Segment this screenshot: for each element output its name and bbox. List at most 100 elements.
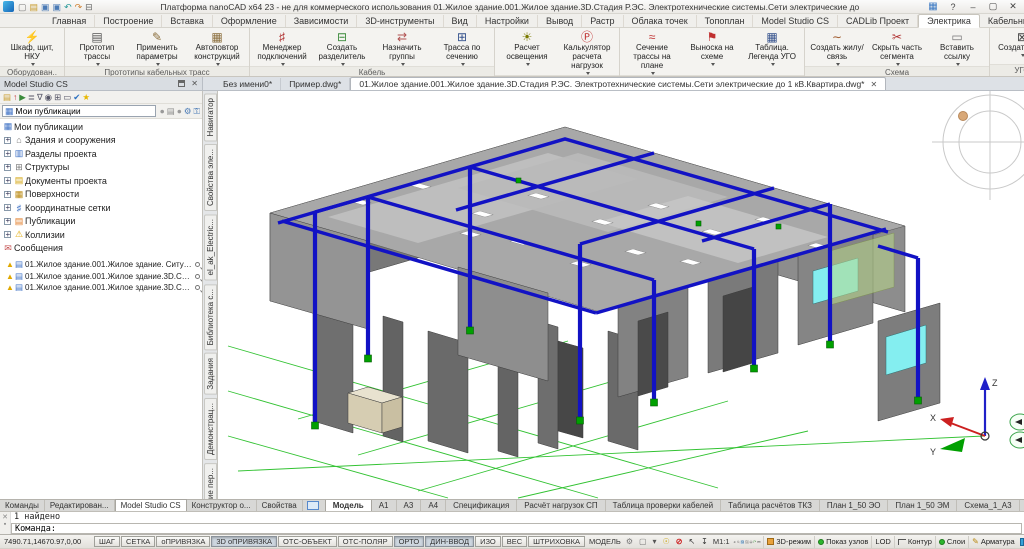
panel-close-icon[interactable]: ✕ — [191, 79, 198, 88]
panel-combo-button[interactable]: ⚙ — [184, 106, 192, 117]
panel-toolbar-icon[interactable]: ▤ — [3, 92, 11, 103]
expand-icon[interactable] — [4, 218, 11, 225]
expand-icon[interactable] — [4, 164, 11, 171]
status-toggle-button[interactable]: ОТС-ПОЛЯР — [338, 536, 393, 547]
panel-toolbar-icon[interactable]: ≣ — [28, 92, 35, 103]
ribbon-tab[interactable]: CADLib Проект — [838, 15, 918, 27]
tree-item[interactable]: ▦ Мои публикации — [2, 120, 202, 134]
tree-item[interactable]: ⌂ Здания и сооружения — [2, 134, 202, 148]
ribbon-button[interactable]: ⚑ Выноска на схеме — [682, 29, 742, 75]
tree-item[interactable]: ✉ Сообщения — [2, 242, 202, 256]
ribbon-tab[interactable]: Model Studio CS — [753, 15, 838, 27]
panel-toolbar-icon[interactable]: ✔ — [73, 92, 80, 103]
status-mode-button[interactable]: Слои — [935, 536, 968, 548]
panel-tab[interactable]: Свойства — [257, 500, 303, 511]
layout-tab[interactable]: А1 — [372, 500, 397, 511]
layout-tab[interactable]: Спецификация — [446, 500, 517, 511]
document-list-item[interactable]: ▲ ▤ 01.Жилое здание.001.Жилое здание.3D.… — [6, 282, 202, 294]
status-icon[interactable]: ▾ — [651, 537, 659, 546]
layout-tab[interactable]: Схема_2_А3 — [1020, 500, 1024, 511]
document-list-item[interactable]: ▲ ▤ 01.Жилое здание.001.Жилое здание. Си… — [6, 259, 202, 271]
side-tab[interactable]: Текущие пер... — [204, 463, 217, 499]
layout-tab[interactable]: План 1_50 ЭМ — [888, 500, 957, 511]
tree-item[interactable]: ▤ Документы проекта — [2, 174, 202, 188]
navigation-wheel[interactable] — [932, 91, 1024, 200]
status-icon[interactable]: ⚙ — [624, 537, 635, 546]
layout-tab[interactable]: Таблица проверки кабелей — [606, 500, 721, 511]
expand-icon[interactable] — [4, 177, 11, 184]
status-toggle-button[interactable]: ОТС-ОБЪЕКТ — [278, 536, 337, 547]
layout-tab[interactable]: А4 — [421, 500, 446, 511]
expand-icon[interactable] — [4, 191, 11, 198]
panel-toolbar-icon[interactable]: ▶ — [19, 92, 26, 103]
expand-icon[interactable] — [4, 204, 11, 211]
ribbon-tab[interactable]: Кабельные трассы — [980, 15, 1024, 27]
ribbon-tab[interactable]: Вид — [444, 15, 477, 27]
panel-combo-button[interactable]: ▤ — [167, 106, 175, 117]
ribbon-button[interactable]: ▭ Вставить ссылку — [927, 29, 987, 66]
command-prompt[interactable] — [11, 523, 1022, 534]
view-tools[interactable] — [733, 536, 764, 548]
status-toggle-button[interactable]: ВЕС — [502, 536, 527, 547]
status-toggle-button[interactable]: ШТРИХОВКА — [528, 536, 585, 547]
ribbon-button[interactable]: ⊞ Трасса по сечению — [432, 29, 492, 66]
expand-icon[interactable] — [4, 150, 11, 157]
status-toggle-button[interactable]: ДИН-ВВОД — [425, 536, 474, 547]
tree-item[interactable]: ⚠ Коллизии — [2, 228, 202, 242]
layout-tab[interactable]: А3 — [397, 500, 422, 511]
status-icon[interactable]: ↧ — [699, 537, 710, 546]
panel-toolbar-icon[interactable]: ★ — [82, 92, 90, 103]
ribbon-tab[interactable]: Оформление — [213, 15, 286, 27]
panel-toolbar-icon[interactable]: ∇ — [37, 92, 43, 103]
ribbon-tab[interactable]: Облака точек — [624, 15, 697, 27]
panel-tab[interactable]: Команды — [0, 500, 45, 511]
publications-filter-input[interactable] — [16, 106, 153, 116]
ribbon-button[interactable]: ⊟ Создать разделитель — [312, 29, 372, 66]
quick-access-icon[interactable]: ▤ — [30, 2, 39, 12]
ribbon-button[interactable]: ☀ Расчет освещения — [497, 29, 557, 75]
status-mode-button[interactable]: LOD — [871, 536, 893, 548]
status-icon[interactable]: ☉ — [661, 537, 672, 546]
side-tab[interactable]: Библиотека с... — [204, 284, 217, 350]
document-tab[interactable]: 01.Жилое здание.001.Жилое здание.3D.Стад… — [350, 77, 886, 90]
ribbon-tab[interactable]: Топоплан — [697, 15, 754, 27]
tree-item[interactable]: ⊞ Структуры — [2, 161, 202, 175]
tree-item[interactable]: ▤ Публикации — [2, 215, 202, 229]
status-mode-button[interactable]: ✎ Арматура — [968, 536, 1018, 548]
tree-item[interactable]: ▥ Разделы проекта — [2, 147, 202, 161]
quick-access-icon[interactable]: ▣ — [53, 2, 62, 12]
status-mode-button[interactable]: Контур — [894, 536, 935, 548]
ribbon-button[interactable]: Ⓟ Калькулятор расчета нагрузок — [557, 29, 617, 75]
status-toggle-button[interactable]: СЕТКА — [121, 536, 155, 547]
status-icon[interactable]: ▢ — [637, 537, 649, 546]
side-tab[interactable]: el_ak_Electric... — [204, 214, 217, 280]
publications-combo[interactable]: ▦ — [2, 105, 156, 117]
document-tab[interactable]: Пример.dwg* — [281, 78, 350, 90]
panel-toolbar-icon[interactable]: ◉ — [45, 92, 52, 103]
ribbon-button[interactable]: ▦ Таблица. Легенда УГО — [742, 29, 802, 75]
quick-access-icon[interactable]: ⊟ — [85, 2, 93, 12]
panel-tab[interactable]: Model Studio CS — [115, 499, 187, 511]
side-tab[interactable]: Свойства эле... — [204, 144, 217, 211]
ribbon-tab[interactable]: Вывод — [538, 15, 582, 27]
ribbon-button[interactable]: ⚡ Шкаф, щит, НКУ — [2, 29, 62, 66]
status-toggle-button[interactable]: оПРИВЯЗКА — [156, 536, 210, 547]
magnifier-icon[interactable] — [195, 262, 200, 267]
view-rotate-buttons[interactable] — [1010, 414, 1024, 448]
panel-toolbar-icon[interactable]: ↑ — [13, 92, 17, 103]
ribbon-tab[interactable]: Настройки — [477, 15, 538, 27]
ribbon-tab[interactable]: Вставка — [162, 15, 212, 27]
scale-indicator[interactable]: М1:1 — [710, 537, 733, 546]
close-button[interactable]: ✕ — [1007, 1, 1019, 12]
panel-combo-button[interactable]: ● — [160, 106, 165, 117]
keyboard-icon[interactable]: ▪ — [4, 521, 6, 528]
key-icon[interactable]: ⚿ — [194, 106, 200, 117]
status-icon[interactable]: ↖ — [686, 537, 697, 546]
ribbon-button[interactable]: ♯ Менеджер подключений — [252, 29, 312, 66]
ribbon-tab[interactable]: Электрика — [918, 14, 980, 28]
space-label[interactable]: МОДЕЛЬ — [586, 537, 624, 546]
maximize-button[interactable]: ▢ — [987, 1, 999, 12]
side-tab[interactable]: Задания — [204, 353, 217, 395]
status-mode-button[interactable]: 3D-режим — [763, 536, 814, 548]
panel-toolbar-icon[interactable]: ⊞ — [54, 92, 61, 103]
